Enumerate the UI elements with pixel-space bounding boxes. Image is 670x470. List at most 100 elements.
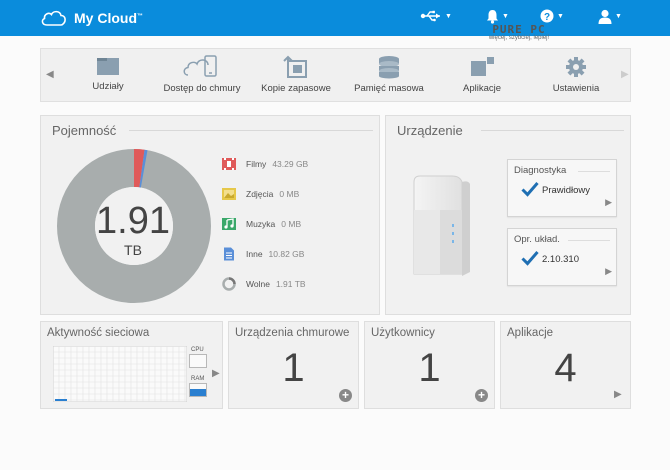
help-menu[interactable]: ? ▼ xyxy=(540,9,564,23)
chevron-down-icon: ▼ xyxy=(445,12,452,20)
legend-label: Wolne xyxy=(246,279,270,289)
divider xyxy=(578,171,610,172)
document-icon xyxy=(224,247,234,261)
legend-label: Muzyka xyxy=(246,219,276,229)
top-bar: My Cloud™ ▼ ▼ ? ▼ ▼ xyxy=(0,0,670,36)
network-title: Aktywność sieciowa xyxy=(47,327,150,339)
notifications-menu[interactable]: ▼ xyxy=(486,9,509,24)
diagnostics-card[interactable]: Diagnostyka Prawidłowy ▶ xyxy=(507,159,617,217)
cloud-devices-count: 1 xyxy=(282,346,305,390)
legend-value: 43.29 GB xyxy=(272,159,309,169)
nav-left-arrow-icon[interactable]: ◀ xyxy=(46,69,54,80)
cloud-logo-icon xyxy=(41,10,66,26)
add-cloud-device-button[interactable]: + xyxy=(339,389,352,402)
folder-icon xyxy=(97,58,119,75)
chevron-right-icon: ▶ xyxy=(605,266,612,276)
help-icon: ? xyxy=(540,9,554,23)
capacity-total-unit: TB xyxy=(124,242,142,258)
nav-label-settings: Ustawienia xyxy=(552,83,600,94)
apps-count: 4 xyxy=(554,346,577,390)
cloud-phone-icon xyxy=(183,55,217,77)
chevron-down-icon: ▼ xyxy=(615,13,622,20)
nav-item-backups[interactable]: Kopie zapasowe xyxy=(251,55,341,101)
nav-label-storage: Pamięć masowa xyxy=(354,83,424,94)
usb-icon xyxy=(420,10,440,22)
check-icon xyxy=(521,251,539,266)
photo-icon xyxy=(222,188,236,200)
storage-icon xyxy=(379,56,399,79)
nav-label-cloud-access: Dostęp do chmury xyxy=(163,83,241,94)
chevron-right-icon[interactable]: ▶ xyxy=(212,368,220,379)
trademark: ™ xyxy=(137,13,143,20)
users-title: Użytkownicy xyxy=(371,327,435,339)
firmware-card[interactable]: Opr. układ. 2.10.310 ▶ xyxy=(507,228,617,286)
divider xyxy=(568,240,610,241)
chevron-down-icon: ▼ xyxy=(557,12,564,20)
bell-icon xyxy=(487,10,498,24)
apps-title: Aplikacje xyxy=(507,327,554,339)
users-count: 1 xyxy=(418,346,441,390)
ram-label: RAM xyxy=(191,376,205,382)
legend-label: Filmy xyxy=(246,159,267,169)
legend-item-free: Wolne 1.91 TB xyxy=(221,277,306,291)
app-title: My Cloud xyxy=(74,10,137,26)
users-panel[interactable]: Użytkownicy 1 + xyxy=(364,321,495,409)
capacity-panel: Pojemność 1.91 TB Filmy 43.29 GB Zdjęcia… xyxy=(40,115,380,315)
usb-menu[interactable]: ▼ xyxy=(420,9,452,23)
legend-value: 0 MB xyxy=(281,219,302,229)
user-menu[interactable]: ▼ xyxy=(598,9,622,24)
nav-label-apps: Aplikacje xyxy=(462,83,502,94)
legend-item-movies: Filmy 43.29 GB xyxy=(221,157,308,171)
network-activity-panel[interactable]: Aktywność sieciowa CPU RAM ▶ xyxy=(40,321,223,409)
diagnostics-status: Prawidłowy xyxy=(542,185,591,196)
divider xyxy=(481,130,624,131)
cloud-devices-panel[interactable]: Urządzenia chmurowe 1 + xyxy=(228,321,359,409)
apps-panel[interactable]: Aplikacje 4 ▶ xyxy=(500,321,631,409)
ram-meter xyxy=(189,383,207,397)
firmware-version: 2.10.310 xyxy=(542,254,579,265)
add-user-button[interactable]: + xyxy=(475,389,488,402)
firmware-title: Opr. układ. xyxy=(514,234,560,245)
nas-device-image xyxy=(413,175,470,276)
cpu-label: CPU xyxy=(191,347,204,353)
capacity-title: Pojemność xyxy=(52,123,117,138)
nav-item-cloud-access[interactable]: Dostęp do chmury xyxy=(157,55,247,101)
nav-item-shares[interactable]: Udziały xyxy=(63,55,153,101)
main-navigation: ◀ Udziały Dostęp do chmury Kopie zapasow… xyxy=(40,48,631,102)
capacity-total-value: 1.91 xyxy=(96,200,170,242)
check-icon xyxy=(521,182,539,197)
cpu-meter xyxy=(189,354,207,368)
gear-icon xyxy=(566,57,586,77)
device-title: Urządzenie xyxy=(397,123,463,138)
legend-label: Zdjęcia xyxy=(246,189,274,199)
legend-value: 0 MB xyxy=(279,189,300,199)
nav-label-shares: Udziały xyxy=(92,81,124,92)
nav-right-arrow-icon[interactable]: ▶ xyxy=(621,69,629,80)
ram-meter-fill xyxy=(190,389,206,396)
svg-text:?: ? xyxy=(544,12,550,23)
device-panel: Urządzenie Diagnostyka Prawidłowy ▶ Opr.… xyxy=(385,115,631,315)
watermark-brand: PURE PC xyxy=(492,23,546,36)
film-icon xyxy=(222,158,236,170)
user-icon xyxy=(598,9,612,24)
nav-item-apps[interactable]: Aplikacje xyxy=(437,55,527,101)
chevron-down-icon: ▼ xyxy=(502,13,509,20)
legend-value: 1.91 TB xyxy=(275,279,306,289)
legend-label: Inne xyxy=(246,249,263,259)
network-activity-graph xyxy=(53,346,187,402)
app-logo[interactable]: My Cloud™ xyxy=(40,9,143,27)
cloud-devices-title: Urządzenia chmurowe xyxy=(235,327,350,339)
nav-item-storage[interactable]: Pamięć masowa xyxy=(344,55,434,101)
legend-value: 10.82 GB xyxy=(268,249,305,259)
watermark-tagline: więcej, szybciej, lepiej! xyxy=(488,35,550,41)
legend-item-other: Inne 10.82 GB xyxy=(221,247,304,261)
apps-icon xyxy=(471,57,494,76)
legend-item-photos: Zdjęcia 0 MB xyxy=(221,187,299,201)
chevron-right-icon[interactable]: ▶ xyxy=(614,389,622,400)
divider xyxy=(129,130,373,131)
nav-item-settings[interactable]: Ustawienia xyxy=(531,55,621,101)
legend-item-music: Muzyka 0 MB xyxy=(221,217,301,231)
diagnostics-title: Diagnostyka xyxy=(514,165,567,176)
music-icon xyxy=(222,218,236,230)
nav-label-backups: Kopie zapasowe xyxy=(261,83,331,94)
